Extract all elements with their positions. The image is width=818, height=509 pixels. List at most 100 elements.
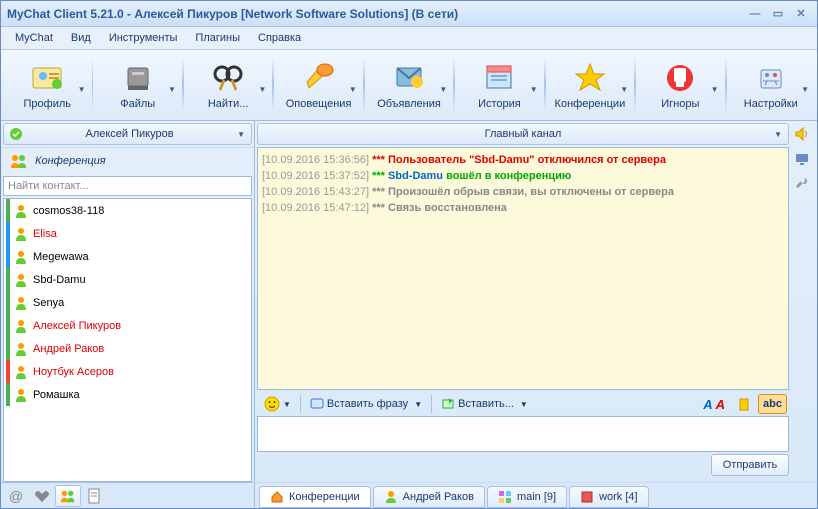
phrase-button[interactable]: Вставить фразу▼ bbox=[305, 394, 427, 414]
section-conference: Конференция bbox=[1, 147, 254, 174]
insert-button[interactable]: Вставить...▼ bbox=[436, 394, 533, 414]
status-indicator bbox=[6, 360, 10, 383]
menu-вид[interactable]: Вид bbox=[63, 29, 99, 47]
tab-at-icon[interactable]: @ bbox=[3, 485, 29, 507]
chevron-down-icon: ▼ bbox=[349, 85, 357, 94]
section-title[interactable]: Конференция bbox=[1, 148, 254, 174]
bottom-tabs: КонференцииАндрей Раковmain [9]work [4] bbox=[255, 482, 817, 508]
toolbar-conferences[interactable]: Конференции▼ bbox=[548, 53, 633, 117]
tab-person[interactable]: Андрей Раков bbox=[373, 486, 485, 508]
tab-people-icon[interactable] bbox=[55, 485, 81, 507]
chevron-down-icon: ▼ bbox=[530, 85, 538, 94]
toolbar-ignores[interactable]: Игноры▼ bbox=[638, 53, 723, 117]
menu-справка[interactable]: Справка bbox=[250, 29, 309, 47]
sidebar: Алексей Пикуров ▼ Конференция Найти конт… bbox=[1, 121, 255, 508]
search-input[interactable]: Найти контакт... bbox=[3, 176, 252, 196]
contact-item[interactable]: Senya bbox=[4, 291, 251, 314]
chat-log[interactable]: [10.09.2016 15:36:56] *** Пользователь "… bbox=[257, 147, 789, 390]
toolbar: Профиль▼Файлы▼Найти...▼Оповещения▼Объявл… bbox=[1, 49, 817, 121]
tab-heart-icon[interactable] bbox=[29, 485, 55, 507]
person-icon bbox=[13, 203, 29, 219]
send-button[interactable]: Отправить bbox=[711, 454, 789, 476]
contact-name: Elisa bbox=[33, 228, 57, 240]
send-row: Отправить bbox=[257, 454, 789, 480]
spellcheck-button[interactable]: abc bbox=[758, 394, 787, 414]
chevron-down-icon: ▼ bbox=[801, 85, 809, 94]
status-indicator bbox=[6, 291, 10, 314]
contact-item[interactable]: cosmos38-118 bbox=[4, 199, 251, 222]
status-indicator bbox=[6, 268, 10, 291]
alerts-icon bbox=[299, 60, 339, 96]
tab-home[interactable]: Конференции bbox=[259, 486, 371, 508]
files-icon bbox=[118, 60, 158, 96]
contact-item[interactable]: Megewawa bbox=[4, 245, 251, 268]
font-button[interactable]: AA bbox=[698, 394, 730, 414]
contact-item[interactable]: Sbd-Damu bbox=[4, 268, 251, 291]
window-controls: — ▭ ✕ bbox=[745, 7, 811, 21]
menu-инструменты[interactable]: Инструменты bbox=[101, 29, 186, 47]
menu-плагины[interactable]: Плагины bbox=[187, 29, 248, 47]
person-icon bbox=[13, 249, 29, 265]
channel-name: Главный канал bbox=[485, 128, 562, 140]
announcements-icon bbox=[389, 60, 429, 96]
person-icon bbox=[13, 318, 29, 334]
toolbar-files[interactable]: Файлы▼ bbox=[95, 53, 180, 117]
tab-grid[interactable]: main [9] bbox=[487, 486, 567, 508]
close-button[interactable]: ✕ bbox=[791, 7, 811, 21]
contact-name: Алексей Пикуров bbox=[33, 320, 121, 332]
status-indicator bbox=[6, 337, 10, 360]
speaker-icon[interactable] bbox=[791, 123, 813, 145]
timestamp: [10.09.2016 15:43:27] bbox=[262, 186, 369, 198]
chevron-down-icon: ▼ bbox=[439, 85, 447, 94]
main-area: Алексей Пикуров ▼ Конференция Найти конт… bbox=[1, 121, 817, 508]
toolbar-history[interactable]: История▼ bbox=[457, 53, 542, 117]
contact-item[interactable]: Elisa bbox=[4, 222, 251, 245]
timestamp: [10.09.2016 15:36:56] bbox=[262, 154, 369, 166]
contact-name: Senya bbox=[33, 297, 64, 309]
sidebar-tabs: @ bbox=[1, 482, 254, 508]
contact-item[interactable]: Ноутбук Асеров bbox=[4, 360, 251, 383]
chevron-down-icon: ▼ bbox=[711, 85, 719, 94]
status-online-icon bbox=[8, 126, 24, 142]
people-icon bbox=[9, 153, 29, 169]
minimize-button[interactable]: — bbox=[745, 7, 765, 21]
wrench-icon[interactable] bbox=[791, 173, 813, 195]
person-icon bbox=[13, 295, 29, 311]
maximize-button[interactable]: ▭ bbox=[768, 7, 788, 21]
person-icon bbox=[13, 272, 29, 288]
status-indicator bbox=[6, 314, 10, 337]
app-window: MyChat Client 5.21.0 - Алексей Пикуров [… bbox=[0, 0, 818, 509]
status-indicator bbox=[6, 222, 10, 245]
emoji-button[interactable]: ▼ bbox=[259, 394, 296, 414]
contact-list[interactable]: cosmos38-118 Elisa Megewawa Sbd-Damu Senya Ал… bbox=[3, 198, 252, 482]
person-icon bbox=[13, 364, 29, 380]
chevron-down-icon: ▼ bbox=[258, 85, 266, 94]
tab-folder[interactable]: work [4] bbox=[569, 486, 649, 508]
toolbar-announcements[interactable]: Объявления▼ bbox=[367, 53, 452, 117]
tab-document-icon[interactable] bbox=[81, 485, 107, 507]
contact-item[interactable]: Ромашка bbox=[4, 383, 251, 406]
status-indicator bbox=[6, 245, 10, 268]
side-tools bbox=[791, 123, 815, 195]
chat-area: Главный канал ▼ [10.09.2016 15:36:56] **… bbox=[255, 121, 817, 508]
toolbar-profile[interactable]: Профиль▼ bbox=[5, 53, 90, 117]
toolbar-find[interactable]: Найти...▼ bbox=[186, 53, 271, 117]
current-user-header[interactable]: Алексей Пикуров ▼ bbox=[3, 123, 252, 145]
status-indicator bbox=[6, 199, 10, 222]
message-input[interactable] bbox=[257, 416, 789, 452]
profile-icon bbox=[27, 60, 67, 96]
chevron-down-icon[interactable]: ▼ bbox=[231, 130, 251, 139]
clipboard-button[interactable] bbox=[732, 394, 756, 414]
contact-item[interactable]: Андрей Раков bbox=[4, 337, 251, 360]
toolbar-settings[interactable]: Настройки▼ bbox=[729, 53, 814, 117]
menu-mychat[interactable]: MyChat bbox=[7, 29, 61, 47]
contact-name: Sbd-Damu bbox=[33, 274, 86, 286]
timestamp: [10.09.2016 15:47:12] bbox=[262, 202, 369, 214]
person-icon bbox=[13, 387, 29, 403]
channel-header[interactable]: Главный канал ▼ bbox=[257, 123, 789, 145]
toolbar-alerts[interactable]: Оповещения▼ bbox=[276, 53, 361, 117]
chevron-down-icon: ▼ bbox=[620, 85, 628, 94]
monitor-icon[interactable] bbox=[791, 148, 813, 170]
contact-item[interactable]: Алексей Пикуров bbox=[4, 314, 251, 337]
find-icon bbox=[208, 60, 248, 96]
